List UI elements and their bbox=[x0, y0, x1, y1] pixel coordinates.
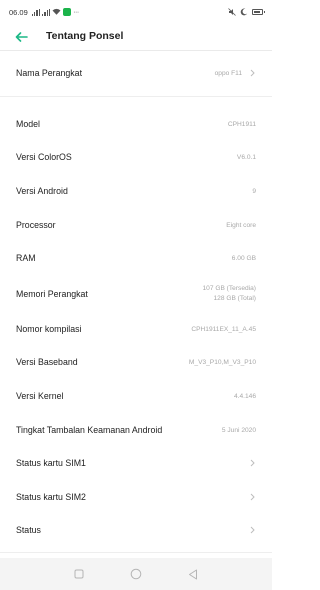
row-value: M_V3_P10,M_V3_P10 bbox=[188, 358, 256, 366]
storage-total: 128 GB (Total) bbox=[213, 295, 256, 302]
row-processor: Processor Eight core bbox=[0, 210, 272, 240]
row-value: 9 bbox=[252, 187, 256, 195]
row-label: Status bbox=[16, 525, 41, 535]
status-icons: ··· bbox=[31, 8, 79, 17]
row-status-sim1[interactable]: Status kartu SIM1 bbox=[0, 448, 272, 478]
system-nav-bar bbox=[0, 558, 272, 590]
page-title: Tentang Ponsel bbox=[46, 30, 124, 42]
row-memori-perangkat: Memori Perangkat 107 GB (Tersedia) 128 G… bbox=[0, 279, 272, 309]
row-value: V6.0.1 bbox=[236, 153, 256, 161]
triangle-back-icon bbox=[189, 569, 198, 579]
status-time: 06.09 bbox=[9, 7, 28, 17]
moon-icon bbox=[240, 8, 248, 16]
arrow-left-icon bbox=[15, 32, 28, 42]
row-ram: RAM 6.00 GB bbox=[0, 243, 272, 273]
row-label: Tingkat Tambalan Keamanan Android bbox=[16, 425, 163, 435]
recents-button[interactable] bbox=[72, 567, 86, 581]
row-label: Status kartu SIM2 bbox=[16, 492, 86, 502]
signal-icon bbox=[31, 8, 40, 16]
row-label: RAM bbox=[16, 253, 36, 263]
row-versi-android: Versi Android 9 bbox=[0, 176, 272, 206]
row-status[interactable]: Status bbox=[0, 515, 272, 545]
row-label: Status kartu SIM1 bbox=[16, 458, 86, 468]
row-label: Versi Kernel bbox=[16, 391, 64, 401]
chevron-right-icon bbox=[248, 458, 256, 468]
circle-icon bbox=[130, 568, 142, 580]
row-versi-kernel: Versi Kernel 4.4.146 bbox=[0, 381, 272, 411]
status-bar: 06.09 ··· bbox=[0, 0, 272, 24]
row-versi-baseband: Versi Baseband M_V3_P10,M_V3_P10 bbox=[0, 347, 272, 377]
square-icon bbox=[74, 569, 84, 579]
messaging-app-icon bbox=[63, 8, 72, 16]
header-divider bbox=[0, 50, 272, 51]
status-right bbox=[228, 8, 265, 16]
nav-back-button[interactable] bbox=[186, 567, 200, 581]
section-divider bbox=[0, 96, 272, 97]
row-status-sim2[interactable]: Status kartu SIM2 bbox=[0, 482, 272, 512]
app-bar: Tentang Ponsel bbox=[0, 24, 272, 50]
row-tambalan-keamanan: Tingkat Tambalan Keamanan Android 5 Juni… bbox=[0, 415, 272, 445]
row-value: 6.00 GB bbox=[231, 254, 256, 262]
row-value: oppo F11 bbox=[214, 69, 242, 77]
wifi-icon bbox=[52, 8, 61, 17]
row-value: 5 Juni 2020 bbox=[221, 426, 256, 434]
battery-icon bbox=[252, 9, 265, 15]
signal-icon bbox=[41, 8, 51, 16]
chevron-right-icon bbox=[248, 525, 256, 535]
row-value: CPH1911EX_11_A.45 bbox=[191, 325, 256, 333]
row-label: Nomor kompilasi bbox=[16, 324, 82, 334]
more-notifications-icon: ··· bbox=[73, 8, 79, 16]
home-button[interactable] bbox=[129, 567, 143, 581]
row-nomor-kompilasi: Nomor kompilasi CPH1911EX_11_A.45 bbox=[0, 314, 272, 344]
row-label: Versi Android bbox=[16, 186, 68, 196]
row-label: Versi Baseband bbox=[16, 357, 78, 367]
back-button[interactable] bbox=[10, 27, 32, 47]
chevron-right-icon bbox=[248, 492, 256, 502]
row-label: Model bbox=[16, 119, 40, 129]
silent-icon bbox=[228, 8, 236, 16]
row-label: Versi ColorOS bbox=[16, 152, 72, 162]
row-model: Model CPH1911 bbox=[0, 109, 272, 139]
row-versi-coloros: Versi ColorOS V6.0.1 bbox=[0, 142, 272, 172]
row-nama-perangkat[interactable]: Nama Perangkat oppo F11 bbox=[0, 58, 272, 88]
row-label: Nama Perangkat bbox=[16, 68, 83, 78]
row-value: 4.4.146 bbox=[234, 392, 256, 400]
chevron-right-icon bbox=[248, 68, 256, 78]
row-label: Memori Perangkat bbox=[16, 289, 88, 299]
row-value: Eight core bbox=[226, 221, 256, 229]
row-value: CPH1911 bbox=[227, 120, 256, 128]
row-label: Processor bbox=[16, 220, 56, 230]
row-value: 107 GB (Tersedia) 128 GB (Total) bbox=[202, 284, 256, 304]
storage-available: 107 GB (Tersedia) bbox=[202, 285, 256, 292]
section-divider bbox=[0, 552, 272, 553]
